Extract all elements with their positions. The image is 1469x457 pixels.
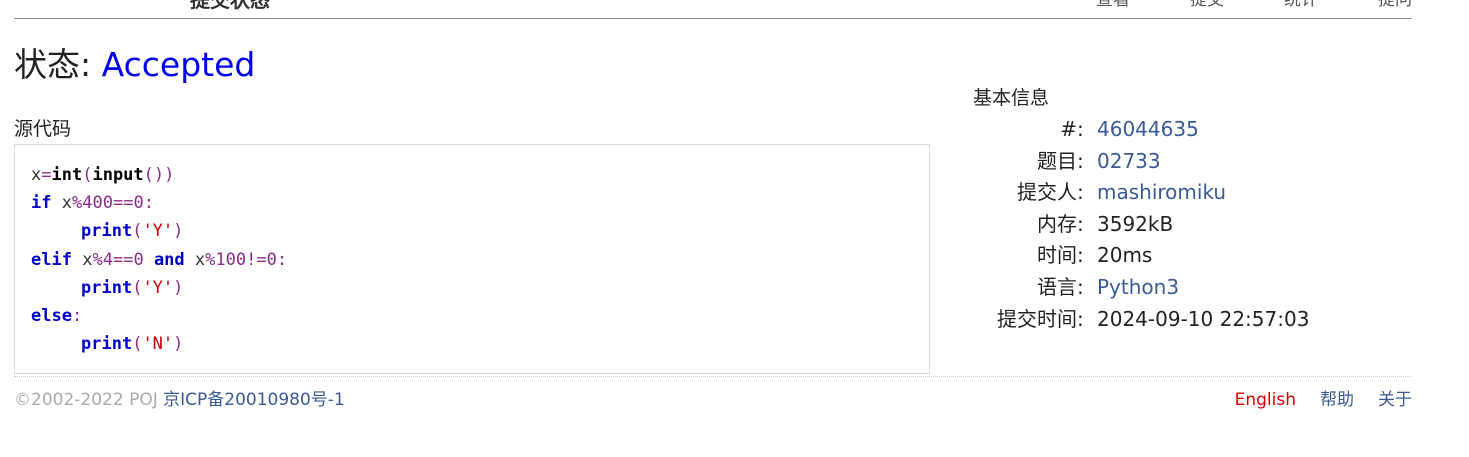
info-row-submit-time: 提交时间 : 2024-09-10 22:57:03 [973, 305, 1309, 337]
basic-info-heading: 基本信息 [973, 87, 1050, 109]
submit-time-value: 2024-09-10 22:57:03 [1097, 306, 1310, 331]
nav-view[interactable]: 查看 [1036, 0, 1130, 10]
site-title: 提交状态 [190, 0, 270, 12]
copyright: ©2002-2022 POJ 京ICP备20010980号-1 [14, 389, 345, 411]
code-line-4: elif x%4==0 and x%100!=0: [31, 249, 288, 270]
info-label: # [1060, 117, 1077, 141]
top-nav-bar: 提交状态 查看 提交 统计 提问 [14, 0, 1412, 19]
page: 提交状态 查看 提交 统计 提问 状态: Accepted 源代码 x=int(… [0, 0, 1469, 457]
info-label: 提交时间 [997, 306, 1077, 331]
code-line-5: print('Y') [81, 277, 184, 298]
info-row-language: 语言 : Python3 [973, 273, 1309, 305]
info-row-submitter: 提交人 : mashiromiku [973, 178, 1309, 210]
info-row-time: 时间 : 20ms [973, 241, 1309, 273]
language-link[interactable]: Python3 [1097, 273, 1179, 305]
memory-value: 3592kB [1097, 211, 1174, 236]
info-label: 题目 [1037, 148, 1077, 173]
icp-link[interactable]: 京ICP备20010980号-1 [163, 390, 345, 410]
source-code-heading: 源代码 [14, 118, 72, 140]
code-line-3: print('Y') [81, 221, 184, 242]
info-separator: : [1077, 306, 1084, 331]
info-separator: : [1077, 211, 1084, 236]
info-separator: : [1077, 274, 1084, 299]
main-nav: 查看 提交 统计 提问 [1036, 0, 1412, 10]
info-separator: : [1077, 243, 1084, 268]
info-separator: : [1077, 180, 1084, 205]
status-value: Accepted [101, 45, 256, 84]
info-label: 内存 [1037, 211, 1077, 236]
info-row-memory: 内存 : 3592kB [973, 210, 1309, 242]
status-heading: 状态: Accepted [14, 44, 255, 86]
nav-stats[interactable]: 统计 [1224, 0, 1318, 10]
code-line-6: else: [31, 305, 83, 326]
info-label: 时间 [1037, 243, 1077, 268]
info-label: 语言 [1037, 274, 1077, 299]
source-code-block: x=int(input()) if x%400==0: print('Y') e… [14, 144, 930, 374]
info-label: 提交人 [1017, 180, 1077, 205]
nav-ask[interactable]: 提问 [1318, 0, 1412, 10]
nav-submit[interactable]: 提交 [1130, 0, 1224, 10]
english-link[interactable]: English [1235, 389, 1296, 411]
submission-id-link[interactable]: 46044635 [1097, 115, 1199, 147]
code-line-2: if x%400==0: [31, 193, 154, 214]
footer: ©2002-2022 POJ 京ICP备20010980号-1 English … [14, 376, 1412, 417]
info-separator: : [1077, 117, 1084, 141]
info-separator: : [1077, 148, 1084, 173]
code-line-1: x=int(input()) [31, 165, 175, 185]
footer-links: English 帮助 关于 [1235, 389, 1412, 411]
basic-info-table: # : 46044635 题目 : 02733 提交人 : mashiromik… [973, 115, 1309, 336]
time-value: 20ms [1097, 243, 1153, 268]
copyright-text: ©2002-2022 POJ [14, 390, 164, 410]
info-row-problem: 题目 : 02733 [973, 147, 1309, 179]
problem-link[interactable]: 02733 [1097, 147, 1161, 179]
info-row-id: # : 46044635 [973, 115, 1309, 147]
code-line-7: print('N') [81, 334, 184, 355]
submitter-link[interactable]: mashiromiku [1097, 178, 1226, 210]
about-link[interactable]: 关于 [1378, 389, 1412, 411]
status-label: 状态: [14, 45, 102, 84]
help-link[interactable]: 帮助 [1320, 389, 1354, 411]
